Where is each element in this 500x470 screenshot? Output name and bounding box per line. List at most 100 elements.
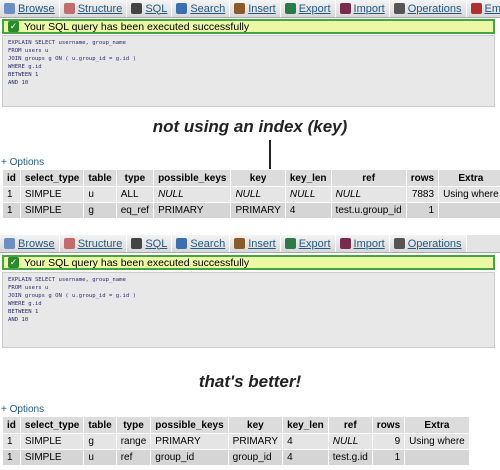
column-header[interactable]: type xyxy=(115,416,152,434)
column-header[interactable]: possible_keys xyxy=(150,416,229,434)
tab-label: Emp xyxy=(484,2,500,15)
column-header[interactable]: key xyxy=(227,416,284,434)
tab-export[interactable]: Export xyxy=(280,0,336,17)
column-header[interactable]: key_len xyxy=(282,416,329,434)
tab-label: SQL xyxy=(145,237,168,250)
sql-line: BETWEEN 1 xyxy=(8,72,39,78)
bottom-options-link[interactable]: + Options xyxy=(1,404,44,415)
browse-icon xyxy=(4,238,15,249)
table-cell: 1 xyxy=(2,202,21,219)
tab-browse[interactable]: Browse xyxy=(0,235,60,252)
tab-structure[interactable]: Structure xyxy=(59,235,128,252)
table-cell: g xyxy=(83,433,117,450)
column-header[interactable]: ref xyxy=(327,416,373,434)
import-icon xyxy=(339,238,351,249)
table-cell: 1 xyxy=(405,202,440,219)
tab-label: Insert xyxy=(248,2,276,15)
tab-operations[interactable]: Operations xyxy=(389,235,467,252)
sql-line: EXPLAIN SELECT username, group_name xyxy=(8,40,126,46)
sql-icon xyxy=(131,238,143,249)
tab-browse[interactable]: Browse xyxy=(0,0,60,17)
table-cell: NULL xyxy=(230,186,286,203)
table-cell: 1 xyxy=(2,449,21,466)
tab-search[interactable]: Search xyxy=(172,0,231,17)
structure-icon xyxy=(63,238,75,249)
sql-line: JOIN groups g ON ( u.group_id = g.id ) xyxy=(8,293,136,299)
table-cell: 4 xyxy=(282,433,329,450)
table-row: 1 SIMPLE u ALL NULL NULL NULL NULL 7883 Using whe… xyxy=(2,186,500,203)
operations-icon xyxy=(393,3,405,14)
column-header[interactable]: ref xyxy=(330,169,407,187)
tab-operations[interactable]: Operations xyxy=(389,0,467,17)
column-header[interactable]: id xyxy=(2,169,21,187)
column-header[interactable]: Extra xyxy=(404,416,470,434)
tab-label: Browse xyxy=(18,2,55,15)
column-header[interactable]: rows xyxy=(405,169,440,187)
tab-emp[interactable]: Emp xyxy=(466,0,500,17)
search-icon xyxy=(176,3,188,14)
table-cell: SIMPLE xyxy=(19,449,85,466)
bottom-caption: that's better! xyxy=(198,372,302,391)
tab-sql[interactable]: SQL xyxy=(127,0,173,17)
check-icon: ✓ xyxy=(8,21,19,32)
table-cell: SIMPLE xyxy=(19,186,85,203)
table-cell: PRIMARY xyxy=(230,202,286,219)
column-header[interactable]: key_len xyxy=(284,169,332,187)
table-cell: 1 xyxy=(2,433,21,450)
top-options-link[interactable]: + Options xyxy=(1,157,44,168)
tab-search[interactable]: Search xyxy=(172,235,231,252)
table-cell: SIMPLE xyxy=(19,433,85,450)
table-cell: ref xyxy=(115,449,152,466)
sql-line: AND 10 xyxy=(8,317,29,323)
column-header[interactable]: key xyxy=(230,169,286,187)
table-cell: u xyxy=(83,449,117,466)
tab-label: Search xyxy=(190,237,226,250)
table-cell: 9 xyxy=(371,433,406,450)
table-row: 1 SIMPLE g range PRIMARY PRIMARY 4 NULL 9 Using w… xyxy=(2,433,470,450)
top-caption: not using an index (key) xyxy=(152,117,348,136)
tab-insert[interactable]: Insert xyxy=(230,0,281,17)
operations-icon xyxy=(393,238,405,249)
structure-icon xyxy=(63,3,75,14)
table-cell: g xyxy=(83,202,117,219)
tab-sql[interactable]: SQL xyxy=(127,235,173,252)
export-icon xyxy=(284,238,296,249)
insert-icon xyxy=(234,3,246,14)
column-header[interactable]: table xyxy=(83,169,117,187)
table-cell: test.u.group_id xyxy=(330,202,407,219)
column-header[interactable]: possible_keys xyxy=(153,169,232,187)
table-cell: 1 xyxy=(2,186,21,203)
tab-import[interactable]: Import xyxy=(335,235,390,252)
column-header[interactable]: select_type xyxy=(19,169,85,187)
column-header[interactable]: rows xyxy=(371,416,406,434)
export-icon xyxy=(284,3,296,14)
column-header[interactable]: Extra xyxy=(438,169,500,187)
check-icon: ✓ xyxy=(8,257,19,268)
table-cell: test.g.id xyxy=(327,449,373,466)
browse-icon xyxy=(4,3,15,14)
tab-import[interactable]: Import xyxy=(335,0,390,17)
table-cell: PRIMARY xyxy=(150,433,229,450)
tab-structure[interactable]: Structure xyxy=(59,0,128,17)
column-header[interactable]: type xyxy=(115,169,155,187)
table-cell: eq_ref xyxy=(115,202,155,219)
table-cell: NULL xyxy=(327,433,373,450)
table-cell xyxy=(404,449,470,466)
tab-insert[interactable]: Insert xyxy=(230,235,281,252)
column-header[interactable]: id xyxy=(2,416,21,434)
tab-label: Operations xyxy=(407,2,462,15)
table-cell: NULL xyxy=(330,186,407,203)
tab-export[interactable]: Export xyxy=(280,235,336,252)
table-cell: Using where xyxy=(404,433,470,450)
top-sql-code: EXPLAIN SELECT username, group_name FROM … xyxy=(8,39,489,87)
empty-icon xyxy=(470,3,482,14)
tab-label: Structure xyxy=(77,237,123,250)
table-row: 1 SIMPLE u ref group_id group_id 4 test.g.id 1 xyxy=(2,449,470,466)
table-cell: 4 xyxy=(284,202,332,219)
column-header[interactable]: select_type xyxy=(19,416,85,434)
tab-label: Operations xyxy=(407,237,462,250)
sql-line: BETWEEN 1 xyxy=(8,309,39,315)
table-cell: ALL xyxy=(115,186,155,203)
column-header[interactable]: table xyxy=(83,416,117,434)
table-cell: PRIMARY xyxy=(227,433,284,450)
